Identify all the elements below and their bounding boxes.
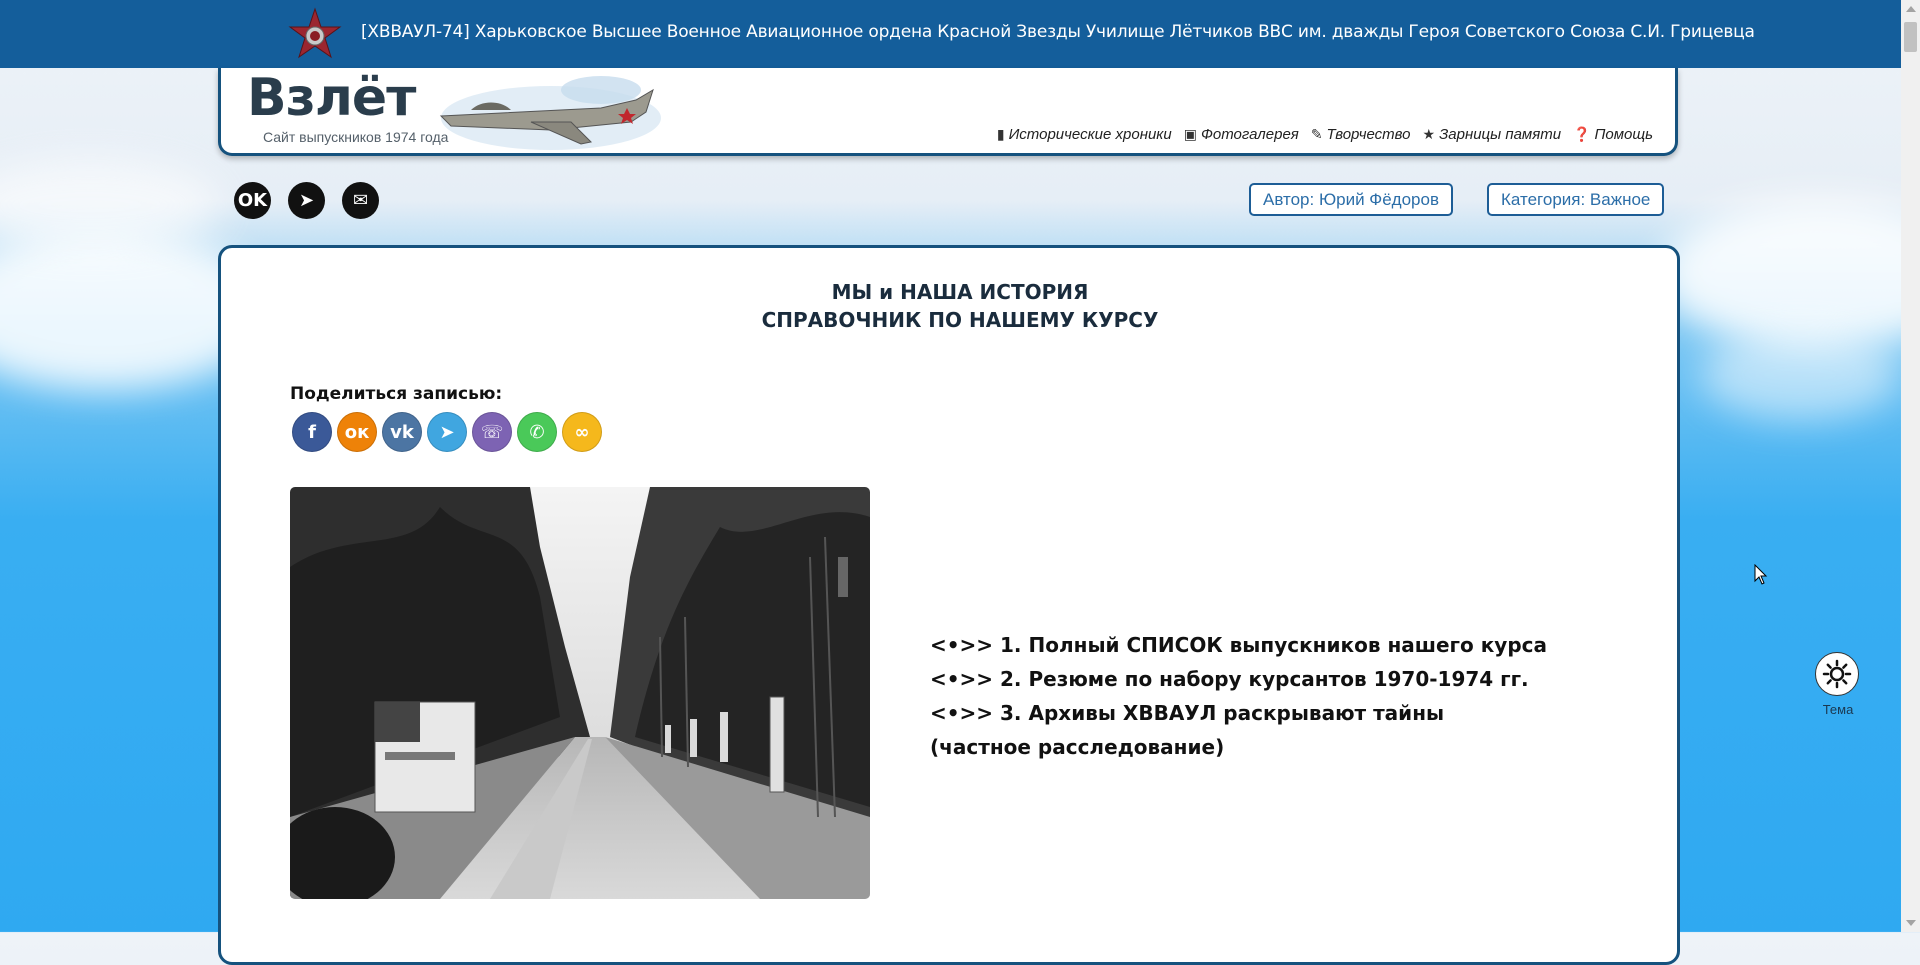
social-links: OK ➤ ✉ bbox=[234, 182, 379, 219]
scrollbar-thumb[interactable] bbox=[1904, 22, 1917, 52]
pencil-icon: ✎ bbox=[1310, 126, 1323, 142]
theme-label: Тема bbox=[1822, 702, 1854, 717]
book-icon: ▮ bbox=[996, 126, 1005, 142]
nav-help[interactable]: ❓ Помощь bbox=[1573, 126, 1653, 143]
nav-label: Зарницы памяти bbox=[1439, 126, 1562, 143]
main-nav: ▮ Исторические хроники ▣ Фотогалерея ✎ Т… bbox=[997, 126, 1653, 143]
link-archives-subtitle[interactable]: (частное расследование) bbox=[930, 730, 1547, 764]
odnoklassniki-icon[interactable]: OK bbox=[234, 182, 271, 219]
vertical-scrollbar[interactable] bbox=[1901, 0, 1920, 932]
copy-link-share-icon[interactable]: ∞ bbox=[562, 412, 602, 452]
nav-label: Творчество bbox=[1326, 126, 1411, 143]
article-title-line-2: СПРАВОЧНИК ПО НАШЕМУ КУРСУ bbox=[761, 308, 1159, 332]
telegram-icon[interactable]: ➤ bbox=[288, 182, 325, 219]
viber-share-icon[interactable]: ☏ bbox=[472, 412, 512, 452]
site-header: Взлёт Сайт выпускников 1974 года ▮ Истор… bbox=[218, 68, 1678, 156]
question-icon: ❓ bbox=[1573, 126, 1591, 142]
nav-photo-gallery[interactable]: ▣ Фотогалерея bbox=[1184, 126, 1299, 143]
scroll-up-arrow-icon[interactable] bbox=[1906, 6, 1916, 12]
red-star-emblem-icon bbox=[288, 7, 342, 59]
nav-label: Исторические хроники bbox=[1008, 126, 1172, 143]
archive-photo-alley[interactable] bbox=[290, 487, 870, 899]
cloud-decoration bbox=[0, 160, 220, 250]
nav-historical-chronicles[interactable]: ▮ Исторические хроники bbox=[997, 126, 1172, 143]
nav-label: Помощь bbox=[1594, 126, 1654, 143]
whatsapp-share-icon[interactable]: ✆ bbox=[517, 412, 557, 452]
mouse-cursor-icon bbox=[1754, 564, 1768, 585]
star-icon: ★ bbox=[1422, 126, 1436, 142]
sun-icon[interactable] bbox=[1815, 652, 1859, 696]
image-icon: ▣ bbox=[1183, 126, 1197, 142]
facebook-share-icon[interactable]: f bbox=[292, 412, 332, 452]
site-tagline: Сайт выпускников 1974 года bbox=[263, 129, 449, 145]
nav-creativity[interactable]: ✎ Творчество bbox=[1311, 126, 1411, 143]
author-badge[interactable]: Автор: Юрий Фёдоров bbox=[1249, 183, 1453, 216]
vk-share-icon[interactable]: vk bbox=[382, 412, 422, 452]
link-enrollment-summary[interactable]: <•>> 2. Резюме по набору курсантов 1970-… bbox=[930, 662, 1547, 696]
mail-icon[interactable]: ✉ bbox=[342, 182, 379, 219]
telegram-share-icon[interactable]: ➤ bbox=[427, 412, 467, 452]
nav-label: Фотогалерея bbox=[1200, 126, 1299, 143]
article-links: <•>> 1. Полный СПИСОК выпускников нашего… bbox=[930, 628, 1547, 764]
site-logo-text[interactable]: Взлёт bbox=[247, 68, 416, 128]
link-archives[interactable]: <•>> 3. Архивы ХВВАУЛ раскрывают тайны bbox=[930, 696, 1547, 730]
share-buttons: f ок vk ➤ ☏ ✆ ∞ bbox=[292, 412, 602, 452]
cloud-decoration bbox=[1700, 330, 1900, 420]
article-title-line-1: МЫ и НАША ИСТОРИЯ bbox=[831, 280, 1089, 304]
site-title: [ХВВАУЛ-74] Харьковское Высшее Военное А… bbox=[361, 22, 1755, 42]
category-badge[interactable]: Категория: Важное bbox=[1487, 183, 1665, 216]
site-title-bar: [ХВВАУЛ-74] Харьковское Высшее Военное А… bbox=[0, 0, 1901, 68]
odnoklassniki-share-icon[interactable]: ок bbox=[337, 412, 377, 452]
nav-memory-flashes[interactable]: ★ Зарницы памяти bbox=[1423, 126, 1562, 143]
share-label: Поделиться записью: bbox=[290, 384, 503, 404]
link-full-list[interactable]: <•>> 1. Полный СПИСОК выпускников нашего… bbox=[930, 628, 1547, 662]
scroll-down-arrow-icon[interactable] bbox=[1906, 920, 1916, 926]
jet-plane-image bbox=[439, 76, 661, 150]
theme-toggle[interactable]: Тема bbox=[1815, 652, 1861, 717]
